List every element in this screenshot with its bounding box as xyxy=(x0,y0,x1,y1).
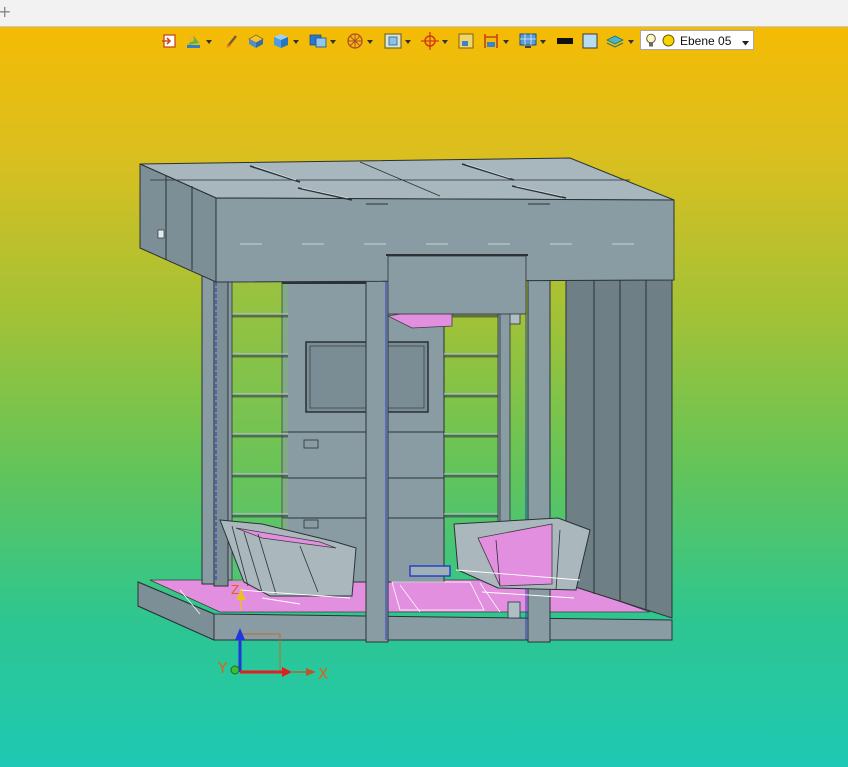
cabin-model[interactable]: X Y Z xyxy=(0,0,848,767)
left-posts xyxy=(201,267,229,587)
z-axis-label: Z xyxy=(231,583,239,597)
x-axis-label: X xyxy=(318,665,328,683)
y-axis-label: Y xyxy=(217,659,228,677)
right-side-wall xyxy=(565,279,673,619)
